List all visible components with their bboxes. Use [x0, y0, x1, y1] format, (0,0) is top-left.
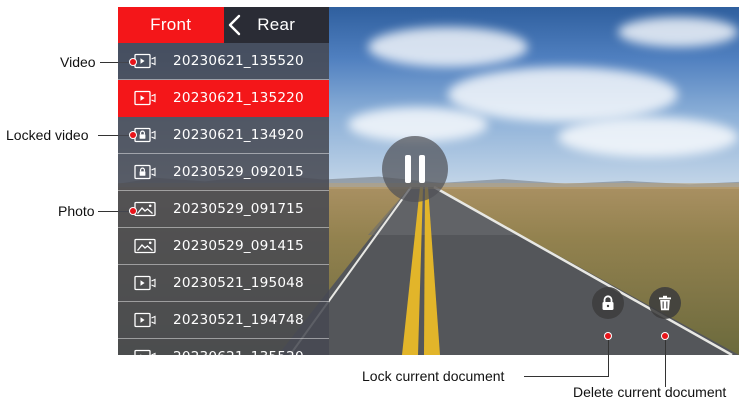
tab-front[interactable]: Front: [118, 7, 224, 43]
file-name: 20230529_091415: [173, 238, 304, 254]
video-file-icon: [134, 275, 156, 291]
file-row[interactable]: 20230529_091715: [118, 191, 329, 228]
file-name: 20230521_195048: [173, 275, 304, 291]
file-row[interactable]: 20230621_135220: [118, 80, 329, 117]
file-name: 20230621_135520: [173, 53, 304, 69]
photo-file-icon: [134, 238, 156, 254]
photo-file-icon: [134, 201, 156, 217]
chevron-left-icon: [228, 14, 241, 36]
delete-button[interactable]: [649, 287, 681, 319]
file-row[interactable]: 20230621_134920: [118, 117, 329, 154]
file-name: 20230621_134920: [173, 127, 304, 143]
marker-dot: [130, 132, 136, 138]
file-row[interactable]: 20230621_135520: [118, 43, 329, 80]
video-file-icon: [134, 90, 156, 106]
file-row[interactable]: 20230621_135520: [118, 339, 329, 355]
file-name: 20230529_091715: [173, 201, 304, 217]
file-name: 20230521_194748: [173, 312, 304, 328]
annotation-delete: Delete current document: [573, 384, 727, 400]
marker-dot: [605, 333, 611, 339]
annotation-video: Video: [60, 54, 96, 70]
file-name: 20230529_092015: [173, 164, 304, 180]
marker-dot: [662, 333, 668, 339]
file-name: 20230621_135220: [173, 90, 304, 106]
pause-button[interactable]: [382, 136, 448, 202]
file-row[interactable]: 20230529_091415: [118, 228, 329, 265]
video-file-icon: [134, 312, 156, 328]
file-row[interactable]: 20230529_092015: [118, 154, 329, 191]
annotation-lock: Lock current document: [362, 368, 505, 384]
locked-video-file-icon: [134, 164, 156, 180]
video-file-icon: [134, 349, 156, 355]
lock-button[interactable]: [592, 287, 624, 319]
locked-video-file-icon: [134, 127, 156, 143]
camera-tabs: Front Rear: [118, 7, 329, 43]
annotation-locked-video: Locked video: [6, 127, 89, 143]
annotation-photo: Photo: [58, 203, 95, 219]
file-list-panel: Front Rear 20230621_135520 20230621_13522…: [118, 7, 329, 355]
lock-icon: [602, 295, 614, 310]
file-row[interactable]: 20230521_194748: [118, 302, 329, 339]
trash-icon: [659, 295, 671, 311]
marker-dot: [130, 208, 136, 214]
video-file-icon: [134, 53, 156, 69]
back-button[interactable]: [227, 14, 241, 41]
pause-icon: [401, 155, 429, 183]
marker-dot: [130, 59, 136, 65]
file-row[interactable]: 20230521_195048: [118, 265, 329, 302]
file-name: 20230621_135520: [173, 349, 304, 355]
file-list: 20230621_135520 20230621_135220 20230621_1…: [118, 43, 329, 355]
